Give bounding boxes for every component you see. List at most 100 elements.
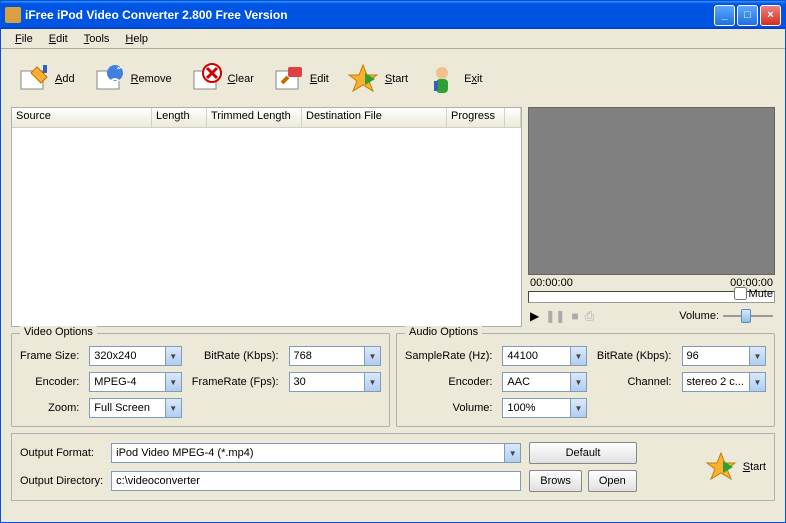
toolbar: Add Remove Clear Edit Start Exit <box>11 57 775 101</box>
chevron-down-icon[interactable]: ▼ <box>165 373 181 391</box>
audio-bitrate-combo[interactable]: 96▼ <box>682 346 767 366</box>
framerate-combo[interactable]: 30▼ <box>289 372 381 392</box>
exit-button[interactable]: Exit <box>426 63 482 95</box>
audio-volume-label: Volume: <box>405 402 492 414</box>
channel-combo[interactable]: stereo 2 c...▼ <box>682 372 767 392</box>
exit-icon <box>426 63 458 95</box>
video-encoder-combo[interactable]: MPEG-4▼ <box>89 372 181 392</box>
output-group: Output Format: iPod Video MPEG-4 (*.mp4)… <box>11 433 775 501</box>
menu-help[interactable]: Help <box>117 31 156 47</box>
preview-panel: 00:00:00 00:00:00 Mute ▶ ❚❚ ■ ⎙ V <box>528 107 775 327</box>
remove-button[interactable]: Remove <box>93 63 172 95</box>
time-start: 00:00:00 <box>530 277 573 289</box>
volume-slider[interactable] <box>723 307 773 325</box>
chevron-down-icon[interactable]: ▼ <box>364 373 380 391</box>
samplerate-combo[interactable]: 44100▼ <box>502 346 586 366</box>
clear-label: Clear <box>228 73 254 85</box>
brows-button[interactable]: Brows <box>529 470 582 492</box>
menubar: File Edit Tools Help <box>1 29 785 49</box>
window-title: iFree iPod Video Converter 2.800 Free Ve… <box>25 8 712 22</box>
app-icon <box>5 7 21 23</box>
chevron-down-icon[interactable]: ▼ <box>364 347 380 365</box>
remove-label: Remove <box>131 73 172 85</box>
add-icon <box>17 63 49 95</box>
chevron-down-icon[interactable]: ▼ <box>165 399 181 417</box>
start-icon <box>705 451 737 483</box>
audio-options-group: Audio Options SampleRate (Hz): 44100▼ Bi… <box>396 333 775 427</box>
frame-size-combo[interactable]: 320x240▼ <box>89 346 181 366</box>
col-trimmed[interactable]: Trimmed Length <box>207 108 302 127</box>
framerate-label: FrameRate (Fps): <box>192 376 279 388</box>
add-button[interactable]: Add <box>17 63 75 95</box>
chevron-down-icon[interactable]: ▼ <box>749 347 765 365</box>
options-row: Video Options Frame Size: 320x240▼ BitRa… <box>11 333 775 427</box>
chevron-down-icon[interactable]: ▼ <box>165 347 181 365</box>
start-icon <box>347 63 379 95</box>
stop-button[interactable]: ■ <box>571 309 578 323</box>
start-label: Start <box>385 73 408 85</box>
list-body[interactable] <box>12 128 521 326</box>
chevron-down-icon[interactable]: ▼ <box>504 444 520 462</box>
mute-checkbox[interactable] <box>734 287 747 300</box>
playback-controls: ▶ ❚❚ ■ ⎙ Volume: <box>528 305 775 327</box>
snapshot-button[interactable]: ⎙ <box>585 309 595 324</box>
start-output-button[interactable]: Start <box>705 451 766 483</box>
content-area: Add Remove Clear Edit Start Exit <box>1 49 785 522</box>
video-options-group: Video Options Frame Size: 320x240▼ BitRa… <box>11 333 390 427</box>
channel-label: Channel: <box>597 376 672 388</box>
minimize-button[interactable]: _ <box>714 5 735 26</box>
video-bitrate-combo[interactable]: 768▼ <box>289 346 381 366</box>
list-header: Source Length Trimmed Length Destination… <box>12 108 521 128</box>
edit-icon <box>272 63 304 95</box>
col-source[interactable]: Source <box>12 108 152 127</box>
app-window: iFree iPod Video Converter 2.800 Free Ve… <box>0 0 786 523</box>
output-dir-input[interactable] <box>111 471 521 491</box>
play-button[interactable]: ▶ <box>530 309 539 323</box>
chevron-down-icon[interactable]: ▼ <box>570 373 586 391</box>
col-dest[interactable]: Destination File <box>302 108 447 127</box>
menu-tools[interactable]: Tools <box>76 31 118 47</box>
maximize-button[interactable]: □ <box>737 5 758 26</box>
audio-options-title: Audio Options <box>405 326 482 338</box>
remove-icon <box>93 63 125 95</box>
output-format-combo[interactable]: iPod Video MPEG-4 (*.mp4)▼ <box>111 443 521 463</box>
add-label: Add <box>55 73 75 85</box>
video-encoder-label: Encoder: <box>20 376 79 388</box>
default-button[interactable]: Default <box>529 442 636 464</box>
zoom-combo[interactable]: Full Screen▼ <box>89 398 181 418</box>
start-button[interactable]: Start <box>347 63 408 95</box>
audio-encoder-combo[interactable]: AAC▼ <box>502 372 586 392</box>
video-options-title: Video Options <box>20 326 97 338</box>
file-list[interactable]: Source Length Trimmed Length Destination… <box>11 107 522 327</box>
zoom-label: Zoom: <box>20 402 79 414</box>
mid-row: Source Length Trimmed Length Destination… <box>11 107 775 327</box>
output-format-label: Output Format: <box>20 447 103 459</box>
chevron-down-icon[interactable]: ▼ <box>749 373 765 391</box>
menu-edit[interactable]: Edit <box>41 31 76 47</box>
volume-label: Volume: <box>679 310 719 322</box>
pause-button[interactable]: ❚❚ <box>545 309 565 323</box>
output-dir-label: Output Directory: <box>20 475 103 487</box>
audio-volume-combo[interactable]: 100%▼ <box>502 398 586 418</box>
audio-encoder-label: Encoder: <box>405 376 492 388</box>
close-button[interactable]: × <box>760 5 781 26</box>
volume-control: Volume: <box>679 307 773 325</box>
preview-screen <box>528 107 775 275</box>
frame-size-label: Frame Size: <box>20 350 79 362</box>
clear-button[interactable]: Clear <box>190 63 254 95</box>
col-progress[interactable]: Progress <box>447 108 505 127</box>
edit-label: Edit <box>310 73 329 85</box>
titlebar: iFree iPod Video Converter 2.800 Free Ve… <box>1 1 785 29</box>
open-button[interactable]: Open <box>588 470 637 492</box>
clear-icon <box>190 63 222 95</box>
chevron-down-icon[interactable]: ▼ <box>570 347 586 365</box>
samplerate-label: SampleRate (Hz): <box>405 350 492 362</box>
menu-file[interactable]: File <box>7 31 41 47</box>
chevron-down-icon[interactable]: ▼ <box>570 399 586 417</box>
mute-wrap: Mute <box>734 287 773 300</box>
edit-button[interactable]: Edit <box>272 63 329 95</box>
video-bitrate-label: BitRate (Kbps): <box>192 350 279 362</box>
audio-bitrate-label: BitRate (Kbps): <box>597 350 672 362</box>
col-spacer <box>505 108 521 127</box>
col-length[interactable]: Length <box>152 108 207 127</box>
